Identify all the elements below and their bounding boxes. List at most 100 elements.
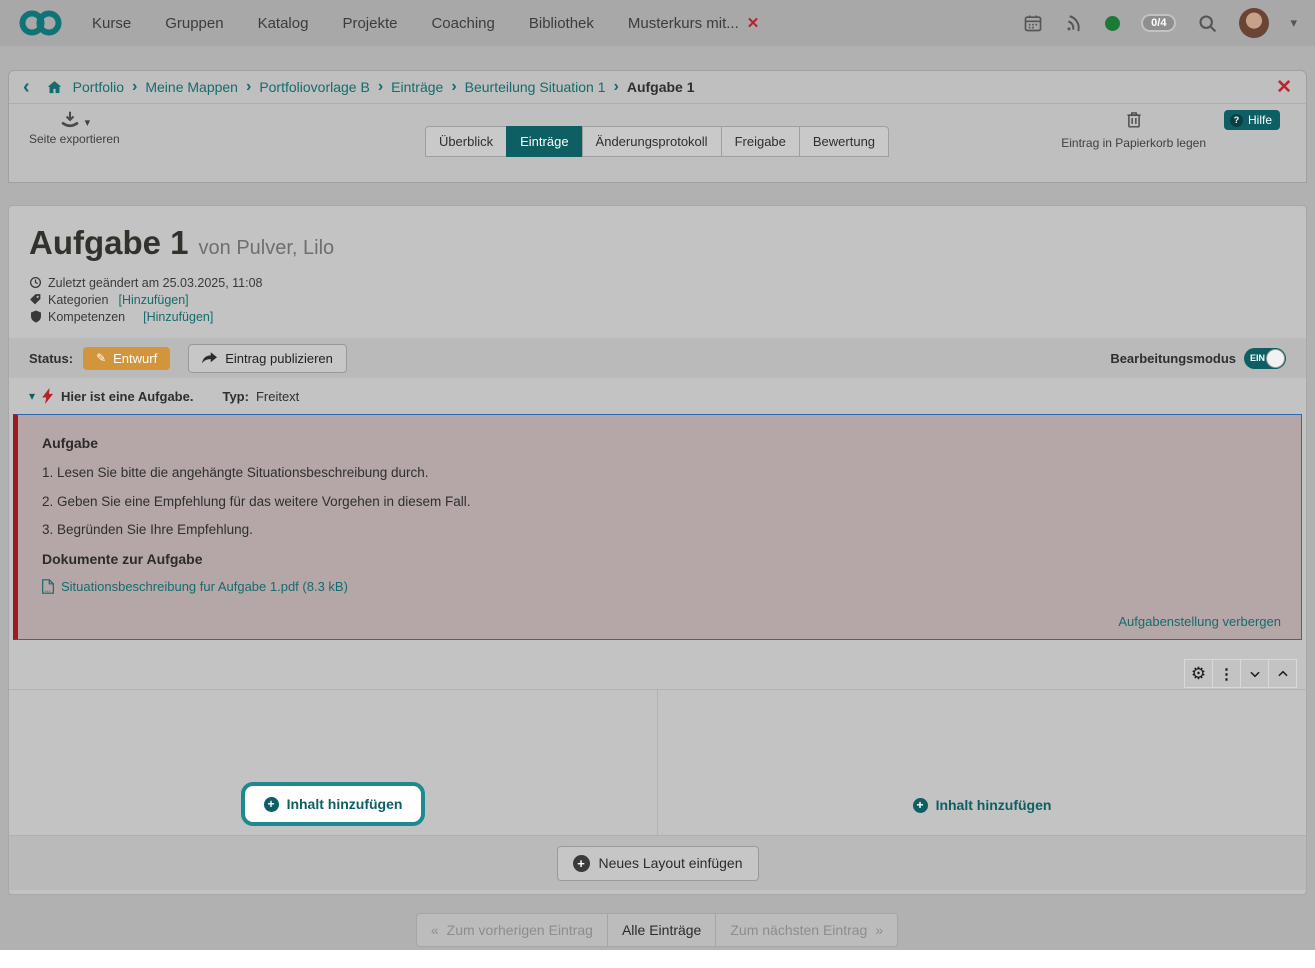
layout-column-right: + Inhalt hinzufügen: [657, 690, 1306, 835]
course-tab[interactable]: Musterkurs mit... ✕: [628, 14, 759, 32]
crumb-eintraege[interactable]: Einträge: [391, 79, 443, 95]
nav-item-coaching[interactable]: Coaching: [431, 15, 494, 32]
assignment-collapse-header: ▾ Hier ist eine Aufgabe. Typ: Freitext: [9, 378, 1306, 414]
page-toolbar: ▾ Seite exportieren Eintrag in Papierkor…: [9, 104, 1306, 156]
status-bar: Status: ✎ Entwurf Eintrag publizieren Be…: [9, 338, 1306, 378]
presence-status-icon[interactable]: [1105, 16, 1120, 31]
new-layout-strip: + Neues Layout einfügen: [9, 835, 1306, 890]
crumb-portfolio[interactable]: Portfolio: [73, 79, 124, 95]
assignment-type-value: Freitext: [256, 389, 299, 404]
categories-line: Kategorien [Hinzufügen]: [29, 291, 1286, 308]
previous-entry-button[interactable]: « Zum vorherigen Eintrag: [416, 913, 608, 947]
competences-add-link[interactable]: [Hinzufügen]: [143, 310, 213, 324]
layout-settings-button[interactable]: ⚙: [1184, 659, 1213, 688]
user-menu-caret-icon[interactable]: ▾: [1290, 15, 1297, 31]
entry-tabs: Überblick Einträge Änderungsprotokoll Fr…: [9, 126, 1306, 157]
top-navbar: Kurse Gruppen Katalog Projekte Coaching …: [0, 0, 1315, 46]
gear-icon: ⚙: [1191, 665, 1206, 682]
new-layout-button[interactable]: + Neues Layout einfügen: [557, 846, 759, 881]
toggle-state-label: EIN: [1250, 353, 1265, 363]
course-tab-label[interactable]: Musterkurs mit...: [628, 15, 739, 32]
assignment-type-label: Typ:: [222, 389, 248, 404]
back-chevron-icon[interactable]: ‹: [23, 77, 30, 97]
toggle-knob: [1266, 349, 1285, 368]
breadcrumb-trail: Portfolio › Meine Mappen › Portfoliovorl…: [73, 79, 695, 95]
chevron-down-icon: [1248, 667, 1262, 681]
chevron-up-icon: [1276, 667, 1290, 681]
shield-icon: [29, 310, 42, 323]
all-entries-button[interactable]: Alle Einträge: [607, 913, 716, 947]
crumb-meine-mappen[interactable]: Meine Mappen: [145, 79, 238, 95]
competences-label: Kompetenzen: [48, 310, 125, 324]
close-page-icon[interactable]: ✕: [1276, 76, 1292, 99]
assignment-step: 3. Begründen Sie Ihre Empfehlung.: [42, 522, 1277, 537]
tab-freigabe[interactable]: Freigabe: [721, 126, 800, 157]
nav-item-bibliothek[interactable]: Bibliothek: [529, 15, 594, 32]
edit-mode-toggle[interactable]: EIN: [1244, 348, 1286, 369]
modified-text: Zuletzt geändert am 25.03.2025, 11:08: [48, 276, 263, 290]
nav-item-projekte[interactable]: Projekte: [342, 15, 397, 32]
crumb-portfoliovorlage-b[interactable]: Portfoliovorlage B: [259, 79, 370, 95]
crumb-separator-icon: ›: [246, 79, 251, 95]
chevrons-left-icon: «: [431, 922, 439, 938]
all-entries-label: Alle Einträge: [622, 922, 701, 938]
layout-section-toolbar: ⚙ ⋮: [9, 659, 1306, 689]
crumb-separator-icon: ›: [378, 79, 383, 95]
move-down-button[interactable]: [1240, 659, 1269, 688]
notification-count-badge[interactable]: 0/4: [1141, 14, 1176, 32]
search-icon[interactable]: [1197, 13, 1218, 34]
crumb-beurteilung-situation-1[interactable]: Beurteilung Situation 1: [465, 79, 606, 95]
entry-byline: von Pulver, Lilo: [199, 237, 335, 259]
publish-entry-label: Eintrag publizieren: [225, 351, 333, 366]
help-label: Hilfe: [1248, 113, 1272, 127]
tab-bewertung[interactable]: Bewertung: [799, 126, 889, 157]
crumb-current-aufgabe-1: Aufgabe 1: [627, 79, 695, 95]
tab-aenderungsprotokoll[interactable]: Änderungsprotokoll: [582, 126, 722, 157]
layout-columns: + Inhalt hinzufügen + Inhalt hinzufügen: [9, 689, 1306, 835]
kebab-menu-icon: ⋮: [1219, 665, 1234, 683]
openolat-logo-icon[interactable]: [18, 8, 64, 38]
add-content-right-label: Inhalt hinzufügen: [936, 797, 1052, 813]
chevrons-right-icon: »: [875, 922, 883, 938]
crumb-separator-icon: ›: [614, 79, 619, 95]
assignment-panel: Aufgabe 1. Lesen Sie bitte die angehängt…: [13, 414, 1302, 640]
publish-entry-button[interactable]: Eintrag publizieren: [188, 344, 347, 373]
categories-label: Kategorien: [48, 293, 108, 307]
nav-item-kurse[interactable]: Kurse: [92, 15, 131, 32]
assignment-step: 2. Geben Sie eine Empfehlung für das wei…: [42, 494, 1277, 509]
nav-item-katalog[interactable]: Katalog: [258, 15, 309, 32]
question-icon: ?: [1230, 114, 1243, 127]
home-icon[interactable]: [46, 79, 63, 96]
user-avatar[interactable]: [1239, 8, 1269, 38]
modified-line: Zuletzt geändert am 25.03.2025, 11:08: [29, 274, 1286, 291]
clock-icon: [29, 276, 42, 289]
entry-pager: « Zum vorherigen Eintrag Alle Einträge Z…: [0, 913, 1315, 947]
entry-panel: Aufgabe 1von Pulver, Lilo Zuletzt geände…: [8, 205, 1307, 895]
assignment-docs-heading: Dokumente zur Aufgabe: [42, 551, 1277, 567]
edit-mode-control: Bearbeitungsmodus EIN: [1110, 348, 1286, 369]
collapse-caret-icon[interactable]: ▾: [29, 389, 35, 403]
categories-add-link[interactable]: [Hinzufügen]: [118, 293, 188, 307]
add-content-button-right[interactable]: + Inhalt hinzufügen: [913, 797, 1052, 813]
tab-ueberblick[interactable]: Überblick: [425, 126, 507, 157]
status-draft-badge[interactable]: ✎ Entwurf: [83, 347, 170, 370]
assignment-collapse-title: Hier ist eine Aufgabe.: [61, 389, 193, 404]
assignment-doc-link[interactable]: Situationsbeschreibung fur Aufgabe 1.pdf…: [42, 579, 1277, 594]
new-layout-label: Neues Layout einfügen: [599, 855, 743, 871]
move-up-button[interactable]: [1268, 659, 1297, 688]
rss-icon[interactable]: [1064, 13, 1084, 33]
assignment-doc-link-label[interactable]: Situationsbeschreibung fur Aufgabe 1.pdf…: [61, 579, 348, 594]
calendar-icon[interactable]: [1023, 13, 1043, 33]
layout-more-button[interactable]: ⋮: [1212, 659, 1241, 688]
competences-line: Kompetenzen [Hinzufügen]: [29, 308, 1286, 325]
crumb-separator-icon: ›: [451, 79, 456, 95]
tab-eintraege[interactable]: Einträge: [506, 126, 582, 157]
course-tab-close-icon[interactable]: ✕: [747, 14, 760, 32]
publish-arrow-icon: [202, 352, 217, 365]
app-root: Kurse Gruppen Katalog Projekte Coaching …: [0, 0, 1315, 968]
next-entry-button[interactable]: Zum nächsten Eintrag »: [715, 913, 898, 947]
plus-circle-icon: +: [913, 798, 928, 813]
add-content-button-left[interactable]: + Inhalt hinzufügen: [241, 782, 426, 826]
nav-item-gruppen[interactable]: Gruppen: [165, 15, 223, 32]
hide-assignment-link[interactable]: Aufgabenstellung verbergen: [1118, 614, 1281, 629]
